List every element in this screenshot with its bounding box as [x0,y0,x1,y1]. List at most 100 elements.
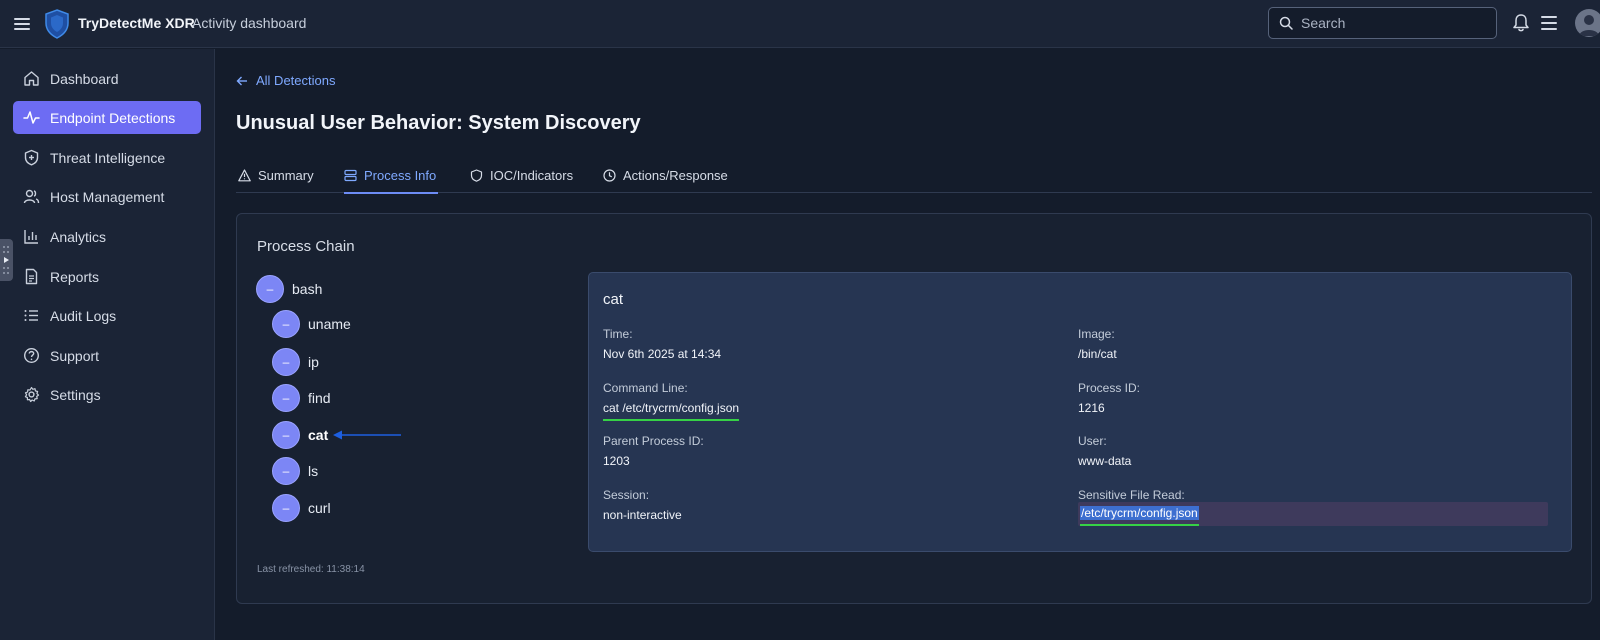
process-node-label: find [308,390,331,406]
parent-process-id-value: 1203 [603,454,630,468]
parent-process-id-label: Parent Process ID: [603,434,704,448]
process-node-label: cat [308,427,329,443]
command-line-label: Command Line: [603,381,688,395]
collapse-node-icon: – [272,384,300,412]
shield-plus-icon [24,149,39,166]
sensitive-file-read-label: Sensitive File Read: [1078,488,1185,502]
sidebar-item-label: Endpoint Detections [50,110,176,126]
image-value: /bin/cat [1078,347,1117,361]
tab-label: Summary [258,168,314,183]
home-icon [24,71,39,86]
process-node-label: curl [308,500,331,516]
collapse-node-icon: – [272,348,300,376]
sidebar-item-label: Reports [50,269,100,285]
process-node-ip[interactable]: – ip [272,348,319,376]
collapse-node-icon: – [272,421,300,449]
page-title: Unusual User Behavior: System Discovery [236,112,641,134]
list-icon [24,310,38,321]
process-node-curl[interactable]: – curl [272,494,331,522]
user-label: User: [1078,434,1107,448]
tab-summary[interactable]: Summary [238,158,314,193]
collapse-node-icon: – [272,310,300,338]
process-detail-title: cat [603,291,624,308]
sidebar-item-reports[interactable]: Reports [13,260,201,293]
time-label: Time: [603,327,633,341]
users-icon [23,189,40,204]
user-value: www-data [1078,454,1132,468]
sidebar-item-host-management[interactable]: Host Management [13,180,201,213]
collapse-node-icon: – [272,494,300,522]
tab-process-info[interactable]: Process Info [344,158,438,194]
help-circle-icon [23,347,40,364]
process-node-label: uname [308,316,351,332]
arrow-left-icon [236,76,247,85]
process-node-cat[interactable]: – cat [272,421,328,449]
process-node-find[interactable]: – find [272,384,331,412]
process-chain-title: Process Chain [257,238,355,255]
selected-text: /etc/trycrm/config.json [1080,506,1199,520]
collapse-node-icon: – [256,275,284,303]
sidebar-item-dashboard[interactable]: Dashboard [13,62,201,95]
process-node-label: bash [292,281,323,297]
drag-handle-icon [3,246,9,274]
hamburger-menu-icon[interactable] [14,15,30,33]
session-label: Session: [603,488,650,502]
process-node-label: ls [308,463,319,479]
command-line-value: cat /etc/trycrm/config.json [603,401,740,421]
back-link-label: All Detections [256,73,336,88]
sidebar-item-threat-intelligence[interactable]: Threat Intelligence [13,141,201,174]
sidebar-item-label: Threat Intelligence [50,150,166,166]
search-box [1268,7,1497,39]
sidebar-item-label: Support [50,348,100,364]
header-subtitle: Activity dashboard [192,15,307,31]
tab-ioc-indicators[interactable]: IOC/Indicators [470,158,573,193]
clock-icon [603,169,616,182]
tab-bar: Summary Process Info IOC/Indicators Acti… [236,158,1592,194]
time-value: Nov 6th 2025 at 14:34 [603,347,722,361]
image-label: Image: [1078,327,1115,341]
sensitive-file-read-value: /etc/trycrm/config.json [1080,506,1199,526]
last-refreshed: Last refreshed: 11:38:14 [257,564,365,575]
back-link-all-detections[interactable]: All Detections [236,73,335,88]
alert-triangle-icon [238,169,251,182]
selected-process-arrow-icon [333,430,401,440]
process-node-uname[interactable]: – uname [272,310,351,338]
sidebar-item-label: Analytics [50,229,107,245]
user-avatar-icon [1579,15,1599,36]
sidebar-item-support[interactable]: Support [13,339,201,372]
sidebar-item-audit-logs[interactable]: Audit Logs [13,299,201,332]
sidebar-item-settings[interactable]: Settings [13,378,201,411]
bell-icon[interactable] [1512,13,1530,33]
sidebar-item-label: Dashboard [50,71,119,87]
tab-label: IOC/Indicators [490,168,574,183]
tab-actions-response[interactable]: Actions/Response [603,158,728,193]
sidebar-item-label: Settings [50,387,101,403]
tab-label: Actions/Response [623,168,728,183]
session-value: non-interactive [603,508,682,522]
search-icon [1279,16,1293,30]
shield-logo-icon [45,9,69,39]
process-id-value: 1216 [1078,401,1105,415]
process-node-label: ip [308,354,319,370]
sidebar: Dashboard Endpoint Detections Threat Int… [0,49,215,640]
gear-icon [24,386,40,403]
tab-label: Process Info [364,168,437,183]
process-node-bash[interactable]: – bash [256,275,322,303]
server-icon [344,169,357,182]
brand-name: TryDetectMe XDR [78,15,195,31]
sidebar-item-analytics[interactable]: Analytics [13,220,201,253]
process-node-ls[interactable]: – ls [272,457,318,485]
top-bar: TryDetectMe XDR Activity dashboard [0,0,1600,48]
activity-icon [23,111,40,124]
menu-icon[interactable] [1541,16,1557,30]
sidebar-item-endpoint-detections[interactable]: Endpoint Detections [13,101,201,134]
avatar[interactable] [1575,9,1600,37]
sidebar-item-label: Host Management [50,189,165,205]
sidebar-collapse-handle[interactable] [0,239,13,281]
process-detail-card: cat Time: Nov 6th 2025 at 14:34 Image: /… [588,272,1572,552]
search-input[interactable] [1301,15,1481,31]
shield-icon [470,169,483,182]
sidebar-item-label: Audit Logs [50,308,117,324]
file-text-icon [25,268,38,285]
collapse-node-icon: – [272,457,300,485]
